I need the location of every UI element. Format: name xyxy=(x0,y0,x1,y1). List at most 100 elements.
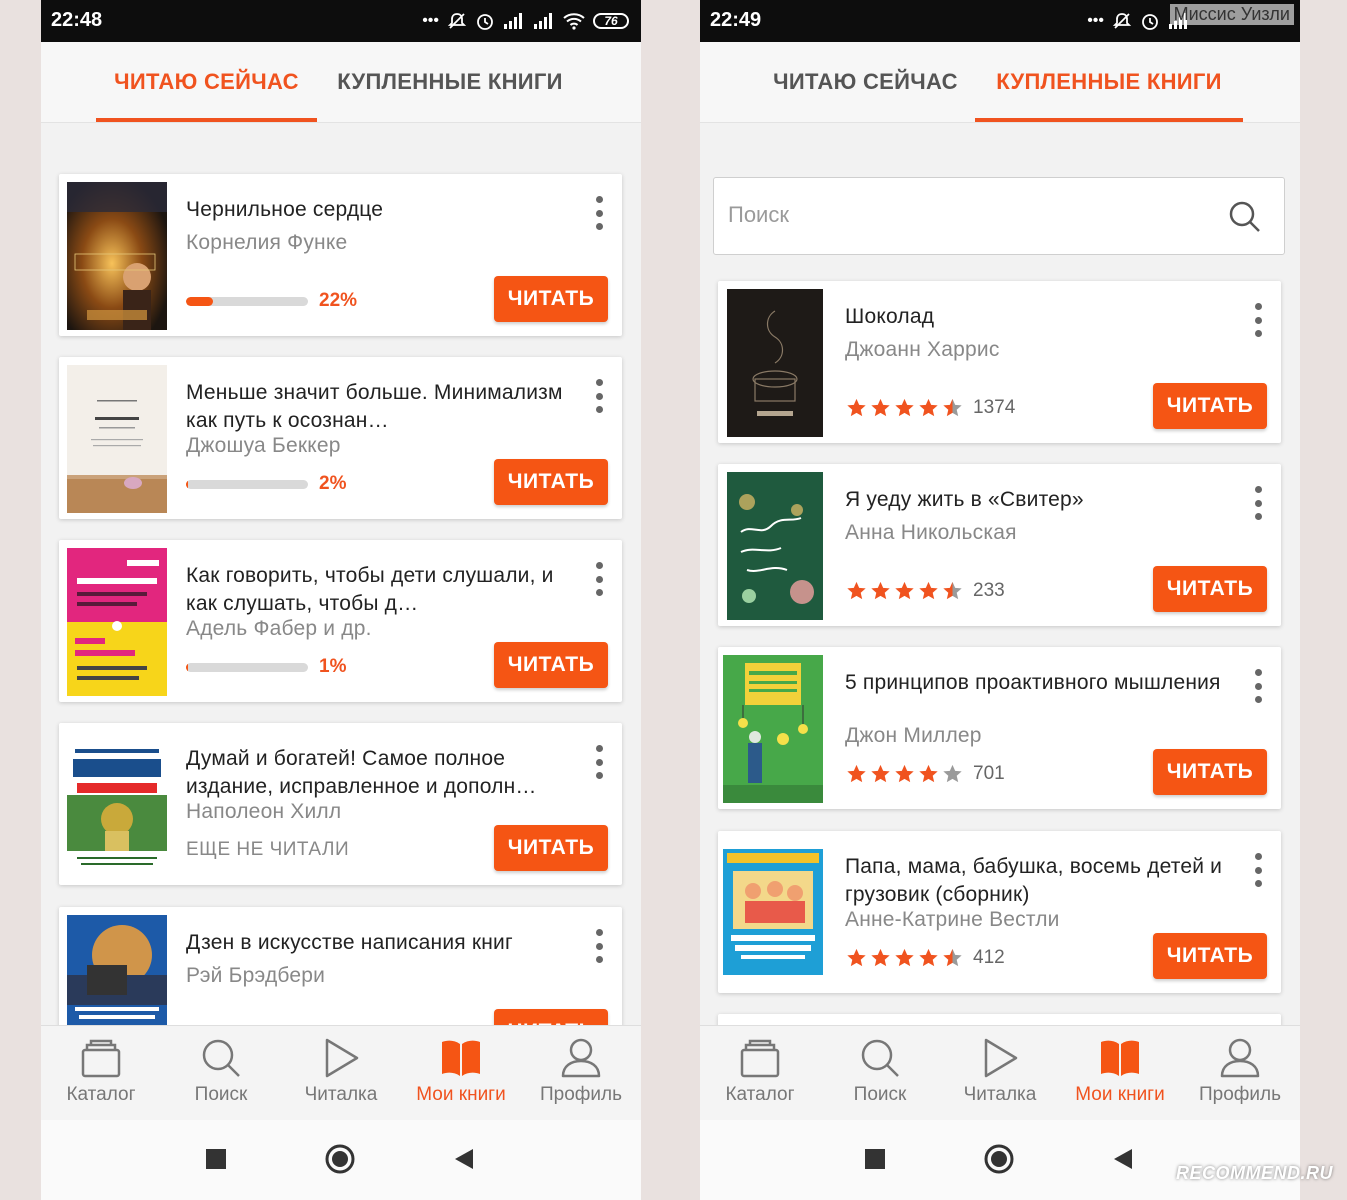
kebab-menu-icon[interactable] xyxy=(594,196,604,230)
star-icon xyxy=(943,948,962,967)
book-cover[interactable] xyxy=(723,849,823,975)
star-rating: 233 xyxy=(845,580,1005,602)
search-placeholder: Поиск xyxy=(728,202,789,227)
reading-progress-bar xyxy=(186,297,308,306)
nav-my-books[interactable]: Мои книги xyxy=(1060,1036,1180,1106)
book-cover[interactable] xyxy=(67,182,167,330)
reading-progress-bar xyxy=(186,480,308,489)
kebab-menu-icon[interactable] xyxy=(594,745,604,779)
book-author: Джоанн Харрис xyxy=(845,338,1000,361)
book-title[interactable]: Папа, мама, бабушка, восемь детей и груз… xyxy=(845,853,1235,909)
book-title[interactable]: Я уеду жить в «Свитер» xyxy=(845,486,1235,514)
progress-percent: 22% xyxy=(319,290,358,311)
book-card[interactable]: 5 принципов проактивного мышления Джон М… xyxy=(718,647,1281,809)
kebab-menu-icon[interactable] xyxy=(1253,853,1263,887)
star-icon xyxy=(943,398,962,417)
book-author: Джошуа Беккер xyxy=(186,434,341,457)
book-title[interactable]: 5 принципов проактивного мышления xyxy=(845,669,1235,697)
home-icon[interactable] xyxy=(325,1144,355,1174)
kebab-menu-icon[interactable] xyxy=(1253,486,1263,520)
read-button[interactable]: ЧИТАТЬ xyxy=(494,642,608,688)
nav-label: Мои книги xyxy=(416,1084,506,1105)
catalog-icon xyxy=(740,1039,780,1078)
book-cover[interactable] xyxy=(727,289,823,437)
nav-search[interactable]: Поиск xyxy=(161,1036,281,1106)
book-title[interactable]: Думай и богатей! Самое полное издание, и… xyxy=(186,745,576,801)
book-cover[interactable] xyxy=(67,365,167,513)
back-icon[interactable] xyxy=(453,1148,475,1170)
read-button[interactable]: ЧИТАТЬ xyxy=(1153,383,1267,429)
nav-catalog[interactable]: Каталог xyxy=(700,1036,820,1106)
bottom-navigation: Каталог Поиск Читалка Мои книги Профиль xyxy=(41,1025,641,1121)
star-icon xyxy=(943,581,962,600)
star-icon xyxy=(919,581,938,600)
kebab-menu-icon[interactable] xyxy=(1253,669,1263,703)
nav-label: Каталог xyxy=(66,1084,136,1105)
rating-count: 1374 xyxy=(973,397,1016,418)
star-icon xyxy=(847,764,866,783)
kebab-menu-icon[interactable] xyxy=(594,562,604,596)
tab-reading-now[interactable]: ЧИТАЮ СЕЙЧАС xyxy=(755,42,976,122)
read-button[interactable]: ЧИТАТЬ xyxy=(1153,933,1267,979)
read-button[interactable]: ЧИТАТЬ xyxy=(1153,749,1267,795)
nav-search[interactable]: Поиск xyxy=(820,1036,940,1106)
search-icon xyxy=(202,1039,240,1077)
more-dots-icon: ••• xyxy=(1087,12,1104,29)
kebab-menu-icon[interactable] xyxy=(1253,303,1263,337)
star-icon xyxy=(895,581,914,600)
nav-reader[interactable]: Читалка xyxy=(281,1036,401,1106)
book-card[interactable]: Шоколад Джоанн Харрис 1374 ЧИТАТЬ xyxy=(718,281,1281,443)
book-title[interactable]: Чернильное сердце xyxy=(186,196,576,224)
search-input[interactable]: Поиск xyxy=(713,177,1285,255)
book-card[interactable]: Думай и богатей! Самое полное издание, и… xyxy=(59,723,622,885)
nav-profile[interactable]: Профиль xyxy=(521,1036,641,1106)
tab-reading-now[interactable]: ЧИТАЮ СЕЙЧАС xyxy=(96,42,317,122)
nav-label: Поиск xyxy=(194,1084,248,1105)
book-cover[interactable] xyxy=(723,655,823,803)
stop-icon[interactable] xyxy=(864,1148,886,1170)
nav-profile[interactable]: Профиль xyxy=(1180,1036,1300,1106)
book-cover[interactable] xyxy=(727,472,823,620)
read-button[interactable]: ЧИТАТЬ xyxy=(494,276,608,322)
book-title[interactable]: Как говорить, чтобы дети слушали, и как … xyxy=(186,562,576,618)
kebab-menu-icon[interactable] xyxy=(594,379,604,413)
nav-catalog[interactable]: Каталог xyxy=(41,1036,161,1106)
search-icon xyxy=(861,1039,899,1077)
kebab-menu-icon[interactable] xyxy=(594,929,604,963)
home-icon[interactable] xyxy=(984,1144,1014,1174)
book-card[interactable]: Чернильное сердце Корнелия Функе 22% ЧИТ… xyxy=(59,174,622,336)
book-title[interactable]: Дзен в искусстве написания книг xyxy=(186,929,576,957)
book-title[interactable]: Шоколад xyxy=(845,303,1235,331)
site-badge: RECOMMEND.RU xyxy=(1176,1163,1333,1183)
read-button[interactable]: ЧИТАТЬ xyxy=(494,825,608,871)
book-card[interactable]: Как говорить, чтобы дети слушали, и как … xyxy=(59,540,622,702)
rating-count: 233 xyxy=(973,580,1005,601)
back-icon[interactable] xyxy=(1112,1148,1134,1170)
nav-label: Читалка xyxy=(304,1084,378,1105)
book-card[interactable]: Папа, мама, бабушка, восемь детей и груз… xyxy=(718,831,1281,993)
book-cover[interactable] xyxy=(67,731,167,879)
nav-my-books[interactable]: Мои книги xyxy=(401,1036,521,1106)
read-button[interactable]: ЧИТАТЬ xyxy=(1153,566,1267,612)
book-card[interactable]: Я уеду жить в «Свитер» Анна Никольская 2… xyxy=(718,464,1281,626)
status-bar: 22:48 ••• 76 xyxy=(41,0,641,42)
profile-icon xyxy=(1220,1038,1260,1078)
book-title[interactable]: Меньше значит больше. Минимализм как пут… xyxy=(186,379,576,435)
reading-progress-bar xyxy=(186,663,308,672)
book-cover[interactable] xyxy=(67,548,167,696)
read-button[interactable]: ЧИТАТЬ xyxy=(494,459,608,505)
tab-purchased-books[interactable]: КУПЛЕННЫЕ КНИГИ xyxy=(327,42,573,122)
nav-reader[interactable]: Читалка xyxy=(940,1036,1060,1106)
progress-percent: 2% xyxy=(319,473,347,494)
search-icon[interactable] xyxy=(1228,200,1262,234)
stop-icon[interactable] xyxy=(205,1148,227,1170)
book-card[interactable]: Меньше значит больше. Минимализм как пут… xyxy=(59,357,622,519)
star-rating: 412 xyxy=(845,947,1005,969)
mute-icon xyxy=(1112,11,1132,31)
phone-left: 22:48 ••• 76 ЧИТАЮ СЕЙЧАС КУПЛЕННЫЕ КНИГ… xyxy=(41,0,641,1200)
star-icon xyxy=(919,398,938,417)
book-icon xyxy=(1101,1040,1139,1076)
star-icon xyxy=(847,948,866,967)
tab-purchased-books[interactable]: КУПЛЕННЫЕ КНИГИ xyxy=(975,42,1243,122)
author-watermark: Миссис Уизли xyxy=(1169,4,1294,25)
